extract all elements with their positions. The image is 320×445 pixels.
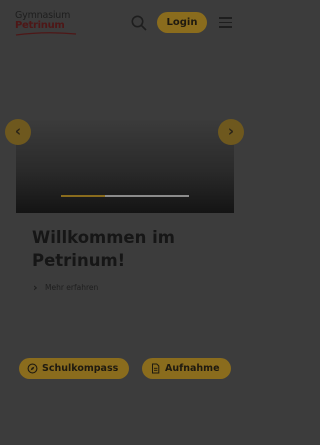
chevron-right-icon: › bbox=[227, 122, 235, 140]
schulkompass-button[interactable]: Schulkompass bbox=[19, 358, 129, 379]
site-header: Gymnasium Petrinum Login bbox=[0, 0, 250, 46]
hero-slide-image bbox=[16, 120, 234, 213]
chevron-right-icon: › bbox=[33, 281, 38, 294]
slider-progress-fill bbox=[61, 195, 105, 197]
more-link-label: Mehr erfahren bbox=[45, 283, 99, 292]
site-logo[interactable]: Gymnasium Petrinum bbox=[15, 10, 79, 38]
chevron-left-icon: ‹ bbox=[14, 122, 22, 140]
search-icon[interactable] bbox=[130, 14, 148, 32]
schulkompass-label: Schulkompass bbox=[42, 363, 119, 374]
hamburger-menu-icon[interactable] bbox=[219, 16, 233, 28]
logo-swoosh-icon bbox=[15, 32, 77, 36]
document-icon bbox=[152, 363, 160, 374]
aufnahme-label: Aufnahme bbox=[165, 363, 220, 374]
slider-prev-button[interactable]: ‹ bbox=[5, 119, 31, 145]
hero-slider bbox=[16, 120, 234, 213]
hero-headline: Willkommen im Petrinum! bbox=[32, 228, 175, 270]
slider-progress-track bbox=[61, 195, 189, 197]
compass-icon bbox=[27, 363, 38, 374]
slider-next-button[interactable]: › bbox=[218, 119, 244, 145]
aufnahme-button[interactable]: Aufnahme bbox=[142, 358, 231, 379]
login-button[interactable]: Login bbox=[157, 12, 207, 33]
